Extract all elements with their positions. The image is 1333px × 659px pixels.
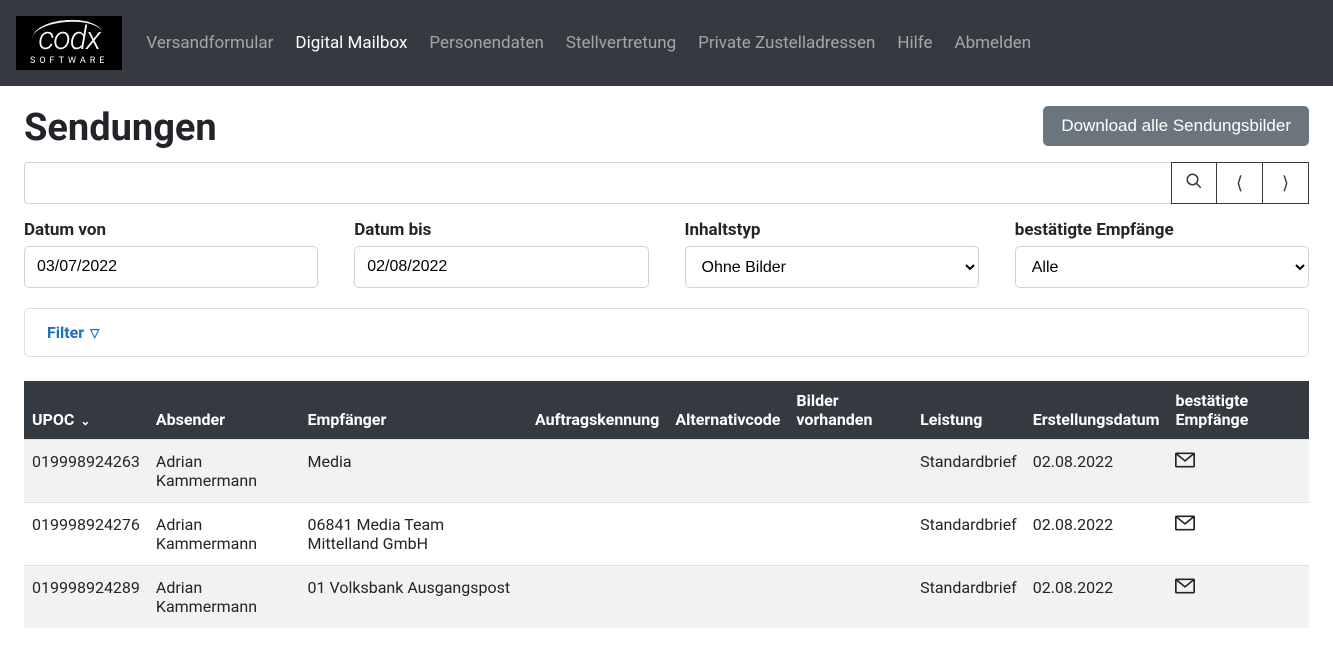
filter-toggle-label: Filter (47, 323, 84, 342)
cell-erstellungsdatum: 02.08.2022 (1025, 503, 1168, 566)
table-row[interactable]: 019998924263Adrian KammermannMedia Standa… (24, 440, 1309, 503)
cell-leistung: Standardbrief (912, 503, 1025, 566)
date-from-input[interactable] (24, 246, 318, 288)
sort-indicator-icon: ⌄ (80, 414, 90, 428)
chevron-right-icon: ⟩ (1282, 173, 1289, 194)
nav-links: Versandformular Digital Mailbox Personen… (146, 33, 1031, 53)
shipments-table: UPOC ⌄ Absender Empfänger Auftragskennun… (24, 381, 1309, 628)
search-input[interactable] (24, 162, 1172, 204)
search-button[interactable] (1171, 162, 1217, 204)
cell-bilder-vorhanden (788, 503, 912, 566)
cell-upoc: 019998924289 (24, 566, 148, 629)
cell-leistung: Standardbrief (912, 566, 1025, 629)
page-title: Sendungen (24, 106, 217, 150)
cell-empfaenger: 06841 Media Team Mittelland GmbH (300, 503, 527, 566)
table-row[interactable]: 019998924276Adrian Kammermann06841 Media… (24, 503, 1309, 566)
prev-button[interactable]: ⟨ (1217, 162, 1263, 204)
nav-item-abmelden[interactable]: Abmelden (955, 33, 1032, 53)
col-absender[interactable]: Absender (148, 381, 300, 440)
col-bilder-vorhanden[interactable]: Bilder vorhanden (788, 381, 912, 440)
cell-absender: Adrian Kammermann (148, 440, 300, 503)
table-row[interactable]: 019998924289Adrian Kammermann01 Volksban… (24, 566, 1309, 629)
cell-confirm-receipt (1167, 566, 1309, 629)
brand-logo-sub: SOFTWARE (30, 56, 108, 66)
date-to-label: Datum bis (354, 220, 648, 240)
cell-alternativcode (667, 440, 788, 503)
mail-icon[interactable] (1175, 452, 1195, 468)
cell-empfaenger: Media (300, 440, 527, 503)
main-container: Sendungen Download alle Sendungsbilder ⟨… (0, 86, 1333, 648)
col-erstellungsdatum[interactable]: Erstellungsdatum (1025, 381, 1168, 440)
nav-item-versandformular[interactable]: Versandformular (146, 33, 273, 53)
filter-toggle[interactable]: Filter ▽ (47, 323, 99, 342)
filters-row: Datum von Datum bis Inhaltstyp Ohne Bild… (24, 220, 1309, 288)
col-upoc[interactable]: UPOC ⌄ (24, 381, 148, 440)
cell-auftragskennung (527, 566, 667, 629)
top-navbar: codx SOFTWARE Versandformular Digital Ma… (0, 0, 1333, 86)
cell-leistung: Standardbrief (912, 440, 1025, 503)
cell-empfaenger: 01 Volksbank Ausgangspost (300, 566, 527, 629)
confirmed-label: bestätigte Empfänge (1015, 220, 1309, 240)
cell-auftragskennung (527, 440, 667, 503)
cell-upoc: 019998924263 (24, 440, 148, 503)
mail-icon[interactable] (1175, 515, 1195, 531)
filter-dropdown-bar: Filter ▽ (24, 308, 1309, 357)
confirmed-select[interactable]: Alle (1015, 246, 1309, 288)
search-row: ⟨ ⟩ (24, 162, 1309, 204)
mail-icon[interactable] (1175, 578, 1195, 594)
col-leistung[interactable]: Leistung (912, 381, 1025, 440)
cell-bilder-vorhanden (788, 440, 912, 503)
cell-confirm-receipt (1167, 503, 1309, 566)
cell-alternativcode (667, 566, 788, 629)
download-all-button[interactable]: Download alle Sendungsbilder (1043, 106, 1309, 146)
nav-item-personendaten[interactable]: Personendaten (429, 33, 543, 53)
nav-item-private-zustelladressen[interactable]: Private Zustelladressen (698, 33, 875, 53)
brand-logo[interactable]: codx SOFTWARE (16, 16, 122, 70)
col-auftragskennung[interactable]: Auftragskennung (527, 381, 667, 440)
nav-item-stellvertretung[interactable]: Stellvertretung (566, 33, 676, 53)
cell-alternativcode (667, 503, 788, 566)
cell-auftragskennung (527, 503, 667, 566)
col-alternativcode[interactable]: Alternativcode (667, 381, 788, 440)
col-empfaenger[interactable]: Empfänger (300, 381, 527, 440)
cell-erstellungsdatum: 02.08.2022 (1025, 566, 1168, 629)
cell-erstellungsdatum: 02.08.2022 (1025, 440, 1168, 503)
next-button[interactable]: ⟩ (1263, 162, 1309, 204)
cell-confirm-receipt (1167, 440, 1309, 503)
content-type-label: Inhaltstyp (685, 220, 979, 240)
cell-absender: Adrian Kammermann (148, 566, 300, 629)
nav-item-digital-mailbox[interactable]: Digital Mailbox (295, 33, 407, 53)
chevron-down-icon: ▽ (90, 326, 99, 340)
date-from-label: Datum von (24, 220, 318, 240)
chevron-left-icon: ⟨ (1236, 173, 1243, 194)
brand-logo-main: codx (38, 22, 100, 54)
cell-upoc: 019998924276 (24, 503, 148, 566)
search-icon (1185, 172, 1203, 195)
col-bestaetigte[interactable]: bestätigte Empfänge (1167, 381, 1309, 440)
cell-absender: Adrian Kammermann (148, 503, 300, 566)
nav-item-hilfe[interactable]: Hilfe (897, 33, 932, 53)
cell-bilder-vorhanden (788, 566, 912, 629)
content-type-select[interactable]: Ohne Bilder (685, 246, 979, 288)
date-to-input[interactable] (354, 246, 648, 288)
